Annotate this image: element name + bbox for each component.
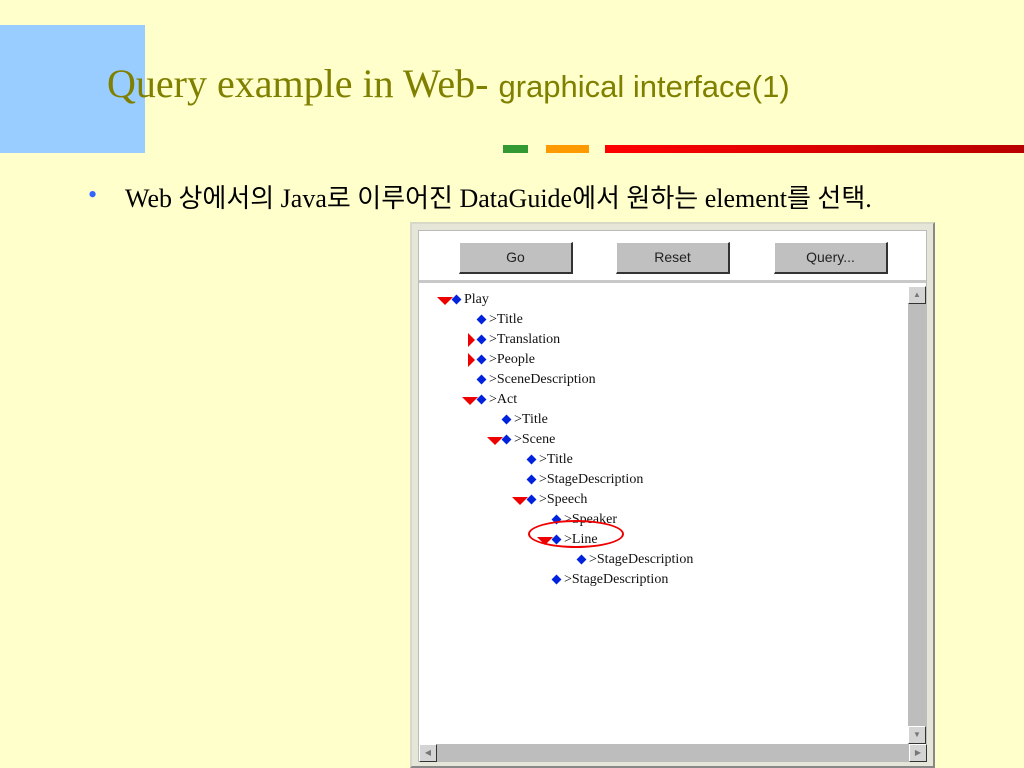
- tree-node-label: >Speech: [539, 492, 588, 507]
- tree-node-label: >StageDescription: [589, 552, 694, 567]
- tree-node[interactable]: >SceneDescription: [419, 370, 899, 390]
- tree-node[interactable]: >Speaker: [419, 510, 899, 530]
- tree-node[interactable]: >Title: [419, 450, 899, 470]
- element-diamond-icon: [576, 554, 587, 565]
- expanded-arrow-icon[interactable]: [512, 497, 528, 505]
- element-diamond-icon: [526, 474, 537, 485]
- expanded-arrow-icon[interactable]: [462, 397, 478, 405]
- expanded-arrow-icon[interactable]: [437, 297, 453, 305]
- element-diamond-icon: [451, 294, 462, 305]
- dataguide-applet: Go Reset Query... Play >Title >Translation…: [410, 222, 935, 768]
- accent-bar-orange: [546, 145, 589, 153]
- go-button[interactable]: Go: [459, 242, 573, 274]
- reset-button[interactable]: Reset: [616, 242, 730, 274]
- tree-node-label: >Translation: [489, 332, 561, 347]
- tree-node[interactable]: >Title: [419, 310, 899, 330]
- scroll-down-icon[interactable]: ▼: [908, 726, 926, 744]
- element-diamond-icon: [476, 334, 487, 345]
- accent-bar-green: [503, 145, 528, 153]
- element-diamond-icon: [476, 354, 487, 365]
- tree-node-label: >StageDescription: [539, 472, 644, 487]
- tree-node-label: >Act: [489, 392, 518, 407]
- collapsed-arrow-icon[interactable]: [468, 333, 475, 347]
- tree-node-label: >StageDescription: [564, 572, 669, 587]
- tree-node[interactable]: >Line: [419, 530, 899, 550]
- tree-node-label: >SceneDescription: [489, 372, 596, 387]
- element-diamond-icon: [476, 314, 487, 325]
- scroll-left-icon[interactable]: ◀: [419, 744, 437, 762]
- element-diamond-icon: [551, 574, 562, 585]
- tree-node[interactable]: >Speech: [419, 490, 899, 510]
- scroll-right-icon[interactable]: ▶: [909, 744, 927, 762]
- tree-node[interactable]: >People: [419, 350, 899, 370]
- bullet-icon: •: [88, 180, 98, 209]
- tree-node[interactable]: Play: [419, 290, 899, 310]
- tree-node[interactable]: >Title: [419, 410, 899, 430]
- element-diamond-icon: [526, 454, 537, 465]
- slide-title: Query example in Web- graphical interfac…: [107, 61, 790, 106]
- vertical-scrollbar[interactable]: ▲ ▼: [908, 286, 927, 744]
- applet-content: Go Reset Query... Play >Title >Translation…: [418, 230, 927, 762]
- tree-node-label: Play: [464, 292, 489, 307]
- element-diamond-icon: [501, 414, 512, 425]
- tree-node-label: >Title: [514, 412, 548, 427]
- collapsed-arrow-icon[interactable]: [468, 353, 475, 367]
- bullet-text: Web 상에서의 Java로 이루어진 DataGuide에서 원하는 elem…: [125, 184, 872, 213]
- tree-node[interactable]: >StageDescription: [419, 570, 899, 590]
- element-diamond-icon: [476, 374, 487, 385]
- tree-node-label: >People: [489, 352, 535, 367]
- tree-node-label: >Title: [489, 312, 523, 327]
- tree-node[interactable]: >Scene: [419, 430, 899, 450]
- separator: [419, 280, 926, 283]
- scroll-up-icon[interactable]: ▲: [908, 286, 926, 304]
- tree-node[interactable]: >Translation: [419, 330, 899, 350]
- dataguide-tree: Play >Title >Translation >People >SceneDescr…: [419, 286, 908, 742]
- expanded-arrow-icon[interactable]: [487, 437, 503, 445]
- tree-node-label: >Scene: [514, 432, 556, 447]
- tree-node-label: >Title: [539, 452, 573, 467]
- element-diamond-icon: [476, 394, 487, 405]
- horizontal-scrollbar[interactable]: ◀ ▶: [419, 744, 927, 762]
- tree-node[interactable]: >StageDescription: [419, 550, 899, 570]
- query-button[interactable]: Query...: [774, 242, 888, 274]
- element-diamond-icon: [501, 434, 512, 445]
- accent-bar-red: [605, 145, 1024, 153]
- element-diamond-icon: [526, 494, 537, 505]
- highlight-ellipse: [528, 520, 624, 548]
- tree-node[interactable]: >Act: [419, 390, 899, 410]
- tree-node[interactable]: >StageDescription: [419, 470, 899, 490]
